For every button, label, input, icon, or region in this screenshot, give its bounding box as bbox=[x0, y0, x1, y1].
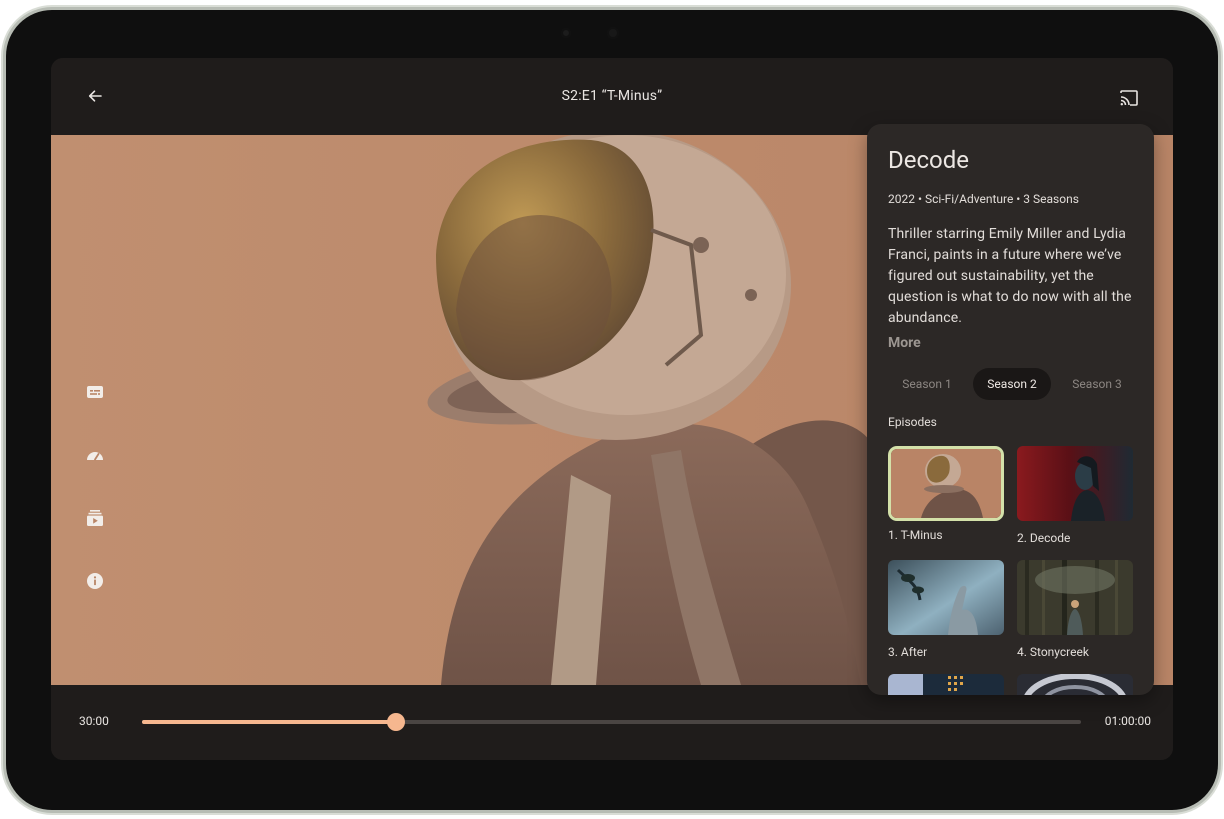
episode-thumbnail bbox=[888, 560, 1004, 635]
episode-card[interactable]: 3. After bbox=[888, 560, 1004, 659]
subtitles-icon bbox=[87, 386, 103, 398]
current-time: 30:00 bbox=[79, 714, 109, 728]
episode-label: 1. T-Minus bbox=[888, 528, 943, 542]
tab-season-1[interactable]: Season 1 bbox=[888, 368, 966, 400]
episode-3-image bbox=[888, 560, 1004, 635]
show-title: Decode bbox=[888, 146, 969, 174]
episode-thumbnail bbox=[1017, 560, 1133, 635]
seek-bar-progress bbox=[142, 720, 396, 724]
camera-lens bbox=[607, 27, 619, 39]
subtitles-button[interactable] bbox=[83, 380, 107, 404]
episode-thumbnail bbox=[891, 449, 1001, 518]
episode-card[interactable]: 2. Decode bbox=[1017, 446, 1133, 545]
info-button[interactable] bbox=[83, 569, 107, 593]
episode-card[interactable] bbox=[1017, 674, 1133, 695]
episode-1-image bbox=[891, 449, 1001, 518]
episode-card[interactable] bbox=[888, 674, 1004, 695]
info-icon bbox=[87, 573, 103, 589]
cast-button[interactable] bbox=[1115, 84, 1143, 112]
episodes-heading: Episodes bbox=[888, 415, 937, 429]
playback-speed-button[interactable] bbox=[83, 443, 107, 467]
side-controls bbox=[83, 380, 107, 632]
tab-season-3[interactable]: Season 3 bbox=[1058, 368, 1136, 400]
playlist-icon bbox=[87, 510, 103, 526]
seek-bar-thumb[interactable] bbox=[386, 713, 405, 731]
show-meta: 2022 • Sci-Fi/Adventure • 3 Seasons bbox=[888, 192, 1079, 206]
episode-thumbnail bbox=[1017, 446, 1133, 521]
episode-thumbnail bbox=[888, 674, 1004, 695]
episode-6-image bbox=[1017, 674, 1133, 695]
episode-card[interactable]: 1. T-Minus bbox=[888, 446, 1004, 542]
speed-icon bbox=[87, 452, 103, 461]
episode-2-image bbox=[1017, 446, 1133, 521]
episode-5-image bbox=[888, 674, 1004, 695]
episode-title: S2:E1 “T-Minus” bbox=[561, 88, 663, 104]
tab-season-2[interactable]: Season 2 bbox=[973, 368, 1051, 400]
episode-card[interactable]: 4. Stonycreek bbox=[1017, 560, 1133, 659]
show-description: Thriller starring Emily Miller and Lydia… bbox=[888, 226, 1132, 326]
episode-thumbnail bbox=[1017, 674, 1133, 695]
cast-icon bbox=[1120, 90, 1138, 106]
more-link[interactable]: More bbox=[888, 335, 921, 351]
episodes-button[interactable] bbox=[83, 506, 107, 530]
episode-label: 3. After bbox=[888, 645, 928, 659]
show-details-panel: Decode 2022 • Sci-Fi/Adventure • 3 Seaso… bbox=[867, 124, 1154, 695]
total-time: 01:00:00 bbox=[1104, 714, 1151, 728]
episode-label: 4. Stonycreek bbox=[1017, 645, 1089, 659]
camera-dot bbox=[561, 28, 571, 38]
season-tabs: Season 1 Season 2 Season 3 bbox=[888, 368, 1138, 400]
episode-label: 2. Decode bbox=[1017, 531, 1071, 545]
seek-bar[interactable] bbox=[142, 713, 1081, 731]
playback-bar: 30:00 01:00:00 bbox=[51, 685, 1173, 760]
episode-4-image bbox=[1017, 560, 1133, 635]
